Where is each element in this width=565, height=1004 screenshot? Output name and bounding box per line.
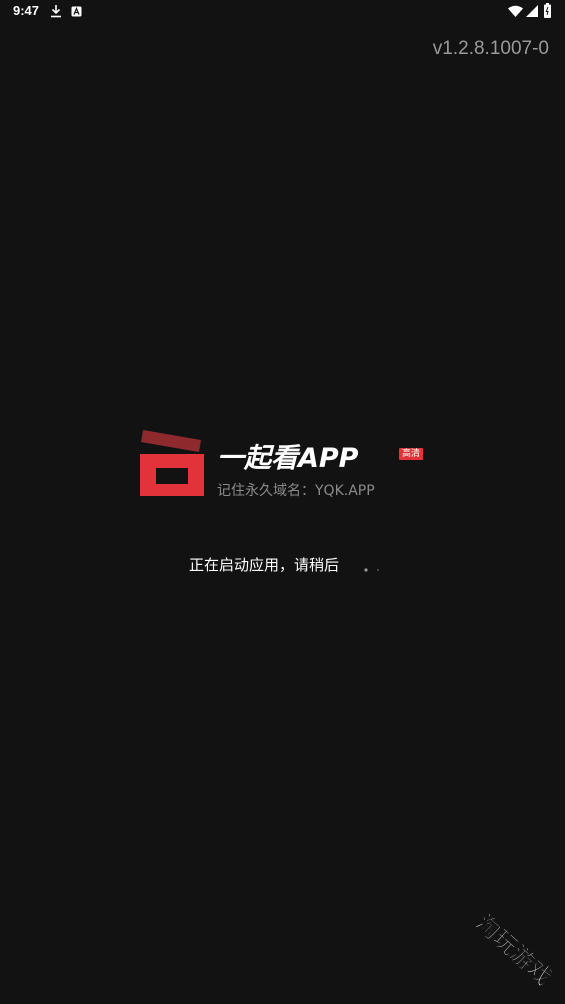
- app-logo: 一起看APP 高清 记住永久域名：YQK.APP: [139, 428, 439, 500]
- battery-icon: [544, 3, 551, 18]
- loading-text: 正在启动应用，请稍后: [189, 556, 340, 574]
- status-time: 9:47: [13, 3, 40, 18]
- slogan: 记住永久域名：YQK.APP: [217, 483, 375, 499]
- logo-mark-icon: [140, 430, 204, 496]
- watermark-text: 淘玩游戏: [470, 909, 556, 991]
- loading-dots-icon: [364, 568, 379, 572]
- a-icon: [71, 6, 82, 17]
- app-name: 一起看APP: [217, 443, 359, 474]
- signal-icon: [526, 5, 538, 17]
- loading-indicator: 正在启动应用，请稍后: [189, 554, 399, 576]
- status-bar: 9:47: [0, 0, 565, 24]
- download-icon: [51, 5, 61, 18]
- version-label: v1.2.8.1007-0: [432, 38, 549, 59]
- watermark: 淘玩游戏: [470, 909, 557, 991]
- hd-badge: 高清: [399, 448, 424, 460]
- wifi-icon: [508, 5, 523, 17]
